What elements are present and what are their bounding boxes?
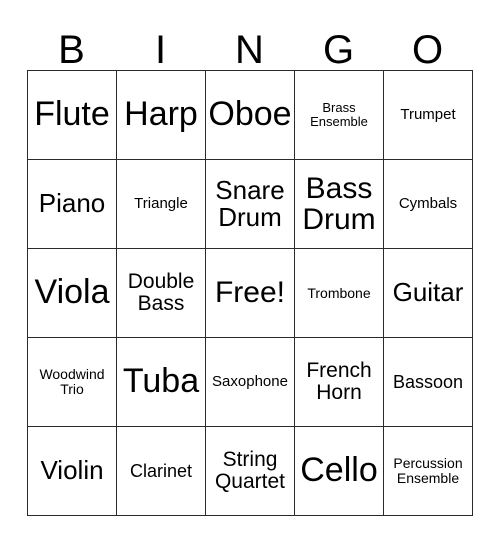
header-letter-g: G bbox=[322, 28, 355, 72]
bingo-cell[interactable]: Snare Drum bbox=[206, 160, 295, 249]
bingo-cell-label: Bassoon bbox=[392, 371, 464, 392]
bingo-cell-label: Cymbals bbox=[398, 195, 458, 213]
bingo-cell[interactable]: Harp bbox=[117, 71, 206, 160]
bingo-cell[interactable]: Clarinet bbox=[117, 427, 206, 516]
bingo-cell[interactable]: Cymbals bbox=[384, 160, 473, 249]
bingo-cell[interactable]: French Horn bbox=[295, 338, 384, 427]
bingo-cell-label: Woodwind Trio bbox=[39, 366, 105, 397]
bingo-cell-label: Tuba bbox=[122, 362, 200, 401]
bingo-cell[interactable]: Viola bbox=[28, 249, 117, 338]
bingo-cell-label: Flute bbox=[34, 95, 110, 134]
header-letter-i: I bbox=[154, 28, 167, 72]
bingo-cell-label: Viola bbox=[34, 273, 110, 312]
bingo-cell[interactable]: Flute bbox=[28, 71, 117, 160]
bingo-cell[interactable]: Woodwind Trio bbox=[28, 338, 117, 427]
bingo-cell[interactable]: Brass Ensemble bbox=[295, 71, 384, 160]
bingo-cell[interactable]: Bassoon bbox=[384, 338, 473, 427]
bingo-cell[interactable]: Guitar bbox=[384, 249, 473, 338]
bingo-cell[interactable]: Trombone bbox=[295, 249, 384, 338]
bingo-cell[interactable]: Oboe bbox=[206, 71, 295, 160]
bingo-cell[interactable]: Triangle bbox=[117, 160, 206, 249]
bingo-card: B I N G O Flute Harp Oboe Brass Ensemble… bbox=[0, 0, 500, 544]
bingo-grid: Flute Harp Oboe Brass Ensemble Trumpet P… bbox=[27, 70, 473, 516]
bingo-cell-free[interactable]: Free! bbox=[206, 249, 295, 338]
bingo-cell[interactable]: String Quartet bbox=[206, 427, 295, 516]
bingo-cell-label: Violin bbox=[40, 455, 104, 486]
bingo-cell-label: Percussion Ensemble bbox=[393, 455, 463, 486]
bingo-cell-label: Cello bbox=[300, 451, 378, 490]
bingo-cell-label: Bass Drum bbox=[302, 171, 376, 236]
bingo-cell-label: French Horn bbox=[306, 359, 372, 404]
bingo-cell-label: Brass Ensemble bbox=[310, 100, 368, 129]
bingo-cell[interactable]: Cello bbox=[295, 427, 384, 516]
header-letter-b: B bbox=[58, 28, 85, 72]
bingo-cell-label: Snare Drum bbox=[215, 174, 285, 232]
header-letter-o: O bbox=[411, 28, 444, 72]
bingo-cell[interactable]: Trumpet bbox=[384, 71, 473, 160]
bingo-cell[interactable]: Double Bass bbox=[117, 249, 206, 338]
bingo-cell-label: Guitar bbox=[392, 277, 464, 308]
bingo-cell-label: Clarinet bbox=[129, 460, 193, 481]
bingo-cell-label: Harp bbox=[124, 95, 198, 134]
bingo-cell-label: Trumpet bbox=[400, 106, 456, 124]
bingo-cell-label: Triangle bbox=[134, 195, 188, 213]
bingo-cell-label: Free! bbox=[214, 276, 286, 310]
bingo-cell[interactable]: Tuba bbox=[117, 338, 206, 427]
bingo-cell-label: Double Bass bbox=[127, 270, 195, 315]
bingo-cell-label: Saxophone bbox=[212, 373, 288, 391]
bingo-cell-label: String Quartet bbox=[214, 448, 286, 493]
bingo-cell-label: Piano bbox=[38, 188, 106, 219]
bingo-cell[interactable]: Percussion Ensemble bbox=[384, 427, 473, 516]
bingo-cell-label: Oboe bbox=[208, 95, 292, 134]
bingo-cell-label: Trombone bbox=[307, 284, 371, 301]
bingo-cell[interactable]: Piano bbox=[28, 160, 117, 249]
bingo-cell[interactable]: Violin bbox=[28, 427, 117, 516]
header-letter-n: N bbox=[235, 28, 264, 72]
bingo-header-row: B I N G O bbox=[27, 16, 472, 70]
bingo-cell[interactable]: Saxophone bbox=[206, 338, 295, 427]
bingo-cell[interactable]: Bass Drum bbox=[295, 160, 384, 249]
